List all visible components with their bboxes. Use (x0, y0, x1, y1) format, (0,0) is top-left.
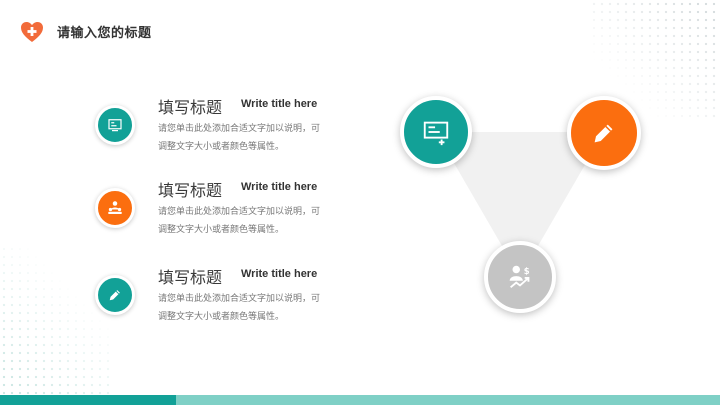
pencil-icon (594, 124, 613, 143)
presentation-board-icon (423, 121, 449, 146)
money-growth-icon: $ (509, 265, 530, 289)
diagram-node-board (400, 96, 472, 168)
triangle-connector (436, 132, 604, 277)
diagram-node-growth: $ (484, 241, 556, 313)
bottom-accent-bar-dark (0, 395, 176, 405)
diagram-node-pencil (567, 96, 641, 170)
svg-text:$: $ (524, 266, 530, 276)
slide: 请输入您的标题 填写标题 Write title here 请您单击此处添加合适… (0, 0, 720, 405)
